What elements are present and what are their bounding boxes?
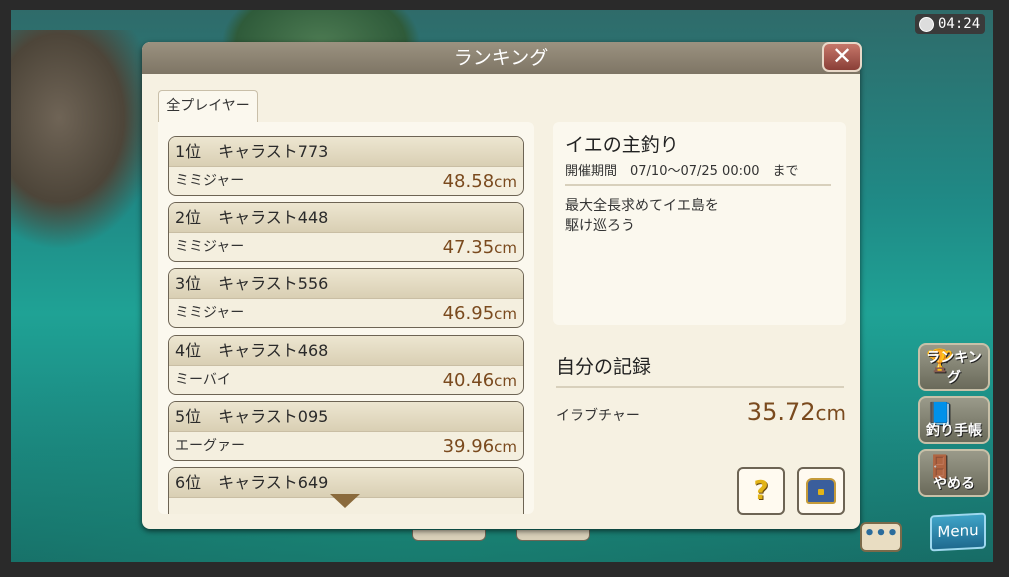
event-desc-line-1: 最大全長求めてイエ島を: [565, 198, 719, 214]
my-record-title: 自分の記録: [556, 356, 652, 378]
reward-chest-button[interactable]: [797, 467, 845, 515]
list-item[interactable]: 3位 キャラスト556 ミミジャー 46.95cm: [168, 268, 524, 328]
fish-name: ミミジャー: [175, 173, 245, 189]
my-record-size: 35.72: [746, 398, 816, 426]
list-item[interactable]: 1位 キャラスト773 ミミジャー 48.58cm: [168, 136, 524, 196]
rock: [11, 30, 161, 250]
clock-icon: [919, 16, 934, 32]
list-item[interactable]: 4位 キャラスト468 ミーバイ 40.46cm: [168, 335, 524, 395]
fish-name: エーグァー: [175, 438, 245, 454]
player-name: キャラスト095: [218, 407, 329, 426]
fish-name: ミミジャー: [175, 239, 245, 255]
ranking-side-button[interactable]: 🏆 ランキング: [918, 343, 990, 391]
treasure-chest-icon: [806, 478, 836, 504]
player-name: キャラスト448: [218, 208, 329, 227]
rank-place: 5位: [175, 407, 202, 426]
notebook-side-button[interactable]: 📘 釣り手帳: [918, 396, 990, 444]
player-name: キャラスト556: [218, 274, 329, 293]
rank-place: 6位: [175, 473, 202, 492]
rank-place: 1位: [175, 142, 202, 161]
notebook-side-label: 釣り手帳: [926, 423, 982, 439]
my-record-fish: イラブチャー: [556, 408, 640, 424]
fish-name: ミーバイ: [175, 372, 231, 388]
menu-button[interactable]: Menu: [930, 512, 986, 552]
player-name: キャラスト468: [218, 341, 329, 360]
ranking-dialog: ランキング ✕ 全プレイヤー 1位 キャラスト773 ミミジャー 48.58cm…: [142, 42, 862, 529]
tab-all-players[interactable]: 全プレイヤー: [158, 90, 258, 122]
scroll-down-arrow-icon[interactable]: [330, 494, 360, 508]
ranking-side-label: ランキング: [926, 350, 982, 386]
ranking-list[interactable]: 1位 キャラスト773 ミミジャー 48.58cm 2位 キャラスト448 ミミ…: [158, 122, 534, 514]
divider: [565, 184, 831, 186]
event-period: 開催期間 07/10〜07/25 00:00 まで: [565, 164, 799, 179]
hidden-button-left: [412, 530, 486, 541]
chat-button[interactable]: •••: [860, 522, 902, 552]
list-item[interactable]: 5位 キャラスト095 エーグァー 39.96cm: [168, 401, 524, 461]
player-name: キャラスト649: [218, 473, 329, 492]
quit-side-button[interactable]: 🚪 やめる: [918, 449, 990, 497]
help-icon: ?: [753, 476, 769, 506]
size-unit: cm: [815, 401, 846, 425]
fish-size: 40.46: [442, 370, 495, 391]
fish-size: 39.96: [442, 436, 495, 457]
close-button[interactable]: ✕: [822, 42, 862, 72]
size-unit: cm: [494, 438, 517, 456]
fish-size: 47.35: [442, 237, 495, 258]
event-info-panel: イエの主釣り 開催期間 07/10〜07/25 00:00 まで 最大全長求めて…: [553, 122, 846, 325]
size-unit: cm: [494, 239, 517, 257]
fish-size: 46.95: [442, 303, 495, 324]
player-name: キャラスト773: [218, 142, 329, 161]
rank-place: 4位: [175, 341, 202, 360]
event-description: 最大全長求めてイエ島を 駆け巡ろう: [565, 196, 825, 236]
rank-place: 3位: [175, 274, 202, 293]
dialog-title: ランキング: [142, 42, 860, 74]
rank-place: 2位: [175, 208, 202, 227]
size-unit: cm: [494, 372, 517, 390]
fish-size: 48.58: [442, 171, 495, 192]
event-desc-line-2: 駆け巡ろう: [565, 218, 635, 234]
help-button[interactable]: ?: [737, 467, 785, 515]
clock-time: 04:24: [938, 16, 981, 32]
fish-name: ミミジャー: [175, 305, 245, 321]
size-unit: cm: [494, 305, 517, 323]
clock: 04:24: [915, 14, 985, 34]
event-title: イエの主釣り: [565, 134, 679, 156]
divider: [556, 386, 844, 388]
my-record-row: イラブチャー 35.72cm: [556, 398, 846, 426]
list-item[interactable]: 2位 キャラスト448 ミミジャー 47.35cm: [168, 202, 524, 262]
quit-side-label: やめる: [933, 476, 975, 492]
hidden-button-right: [516, 530, 590, 541]
size-unit: cm: [494, 173, 517, 191]
